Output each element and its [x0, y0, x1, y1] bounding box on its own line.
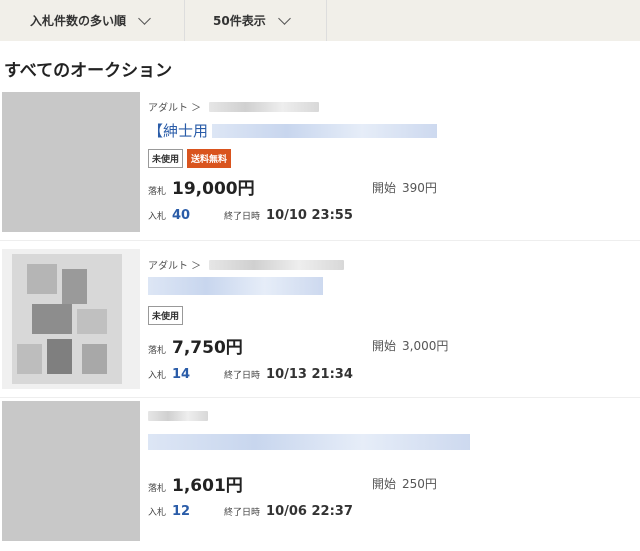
sort-label: 入札件数の多い順 — [30, 14, 127, 28]
item-category[interactable]: アダルト ＞ — [148, 257, 345, 272]
blurred-text — [209, 259, 345, 270]
bid-count[interactable]: 14 — [172, 367, 210, 382]
sort-dropdown[interactable]: 入札件数の多い順 — [0, 0, 185, 41]
free-shipping-badge: 送料無料 — [187, 149, 232, 168]
item-price: 落札 7,750円 — [148, 338, 243, 358]
end-time: 10/10 23:55 — [266, 208, 353, 223]
unused-badge: 未使用 — [148, 306, 184, 325]
item-title[interactable] — [148, 434, 470, 450]
blurred-text — [148, 434, 470, 450]
chevron-down-icon — [277, 11, 291, 25]
item-start-price: 開始 3,000円 — [372, 339, 449, 353]
blurred-text — [209, 101, 320, 112]
chevron-down-icon — [138, 11, 151, 25]
sort-bar: 入札件数の多い順 50件表示 — [0, 0, 640, 41]
bid-count[interactable]: 12 — [172, 504, 210, 519]
item-thumbnail[interactable] — [2, 92, 140, 232]
bid-count[interactable]: 40 — [172, 208, 210, 223]
item-title[interactable] — [148, 277, 323, 295]
item-meta: 入札 14 終了日時 10/13 21:34 — [148, 367, 353, 382]
item-badges: 未使用 送料無料 — [148, 149, 232, 168]
item-thumbnail[interactable] — [2, 249, 140, 389]
end-time: 10/13 21:34 — [266, 367, 353, 382]
blurred-text — [212, 123, 438, 138]
count-dropdown[interactable]: 50件表示 — [185, 0, 327, 41]
item-thumbnail[interactable] — [2, 401, 140, 541]
item-start-price: 開始 390円 — [372, 181, 437, 195]
item-category[interactable] — [148, 411, 208, 421]
page-title: すべてのオークション — [4, 61, 173, 81]
item-title[interactable]: 【紳士用 — [148, 120, 438, 141]
blurred-text — [148, 411, 208, 421]
blurred-image — [12, 254, 122, 384]
count-label: 50件表示 — [213, 14, 266, 28]
blurred-text — [148, 277, 323, 295]
item-meta: 入札 40 終了日時 10/10 23:55 — [148, 208, 353, 223]
unused-badge: 未使用 — [148, 149, 184, 168]
item-badges: 未使用 — [148, 306, 184, 325]
item-price: 落札 1,601円 — [148, 476, 243, 496]
divider — [0, 397, 640, 398]
item-price: 落札 19,000円 — [148, 179, 255, 199]
item-start-price: 開始 250円 — [372, 477, 437, 491]
item-meta: 入札 12 終了日時 10/06 22:37 — [148, 504, 353, 519]
divider — [0, 240, 640, 241]
item-category[interactable]: アダルト ＞ — [148, 99, 320, 114]
end-time: 10/06 22:37 — [266, 504, 353, 519]
